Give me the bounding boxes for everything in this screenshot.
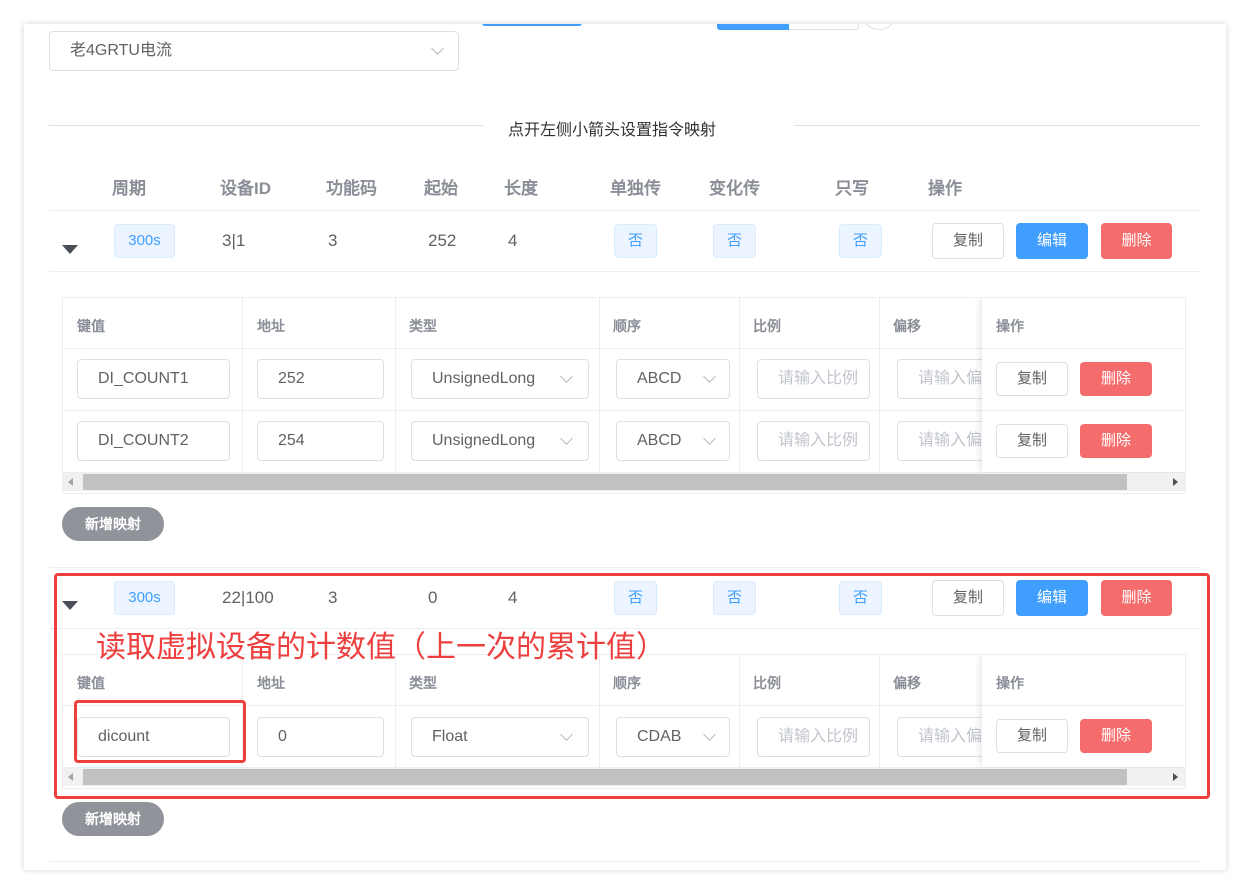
horizontal-scrollbar[interactable]: [63, 473, 1185, 491]
row-line: [49, 861, 1200, 862]
mapping-delete-button[interactable]: 删除: [1080, 362, 1152, 396]
top-segment-active[interactable]: [717, 24, 789, 30]
chevron-down-icon: [703, 432, 716, 445]
mapping-header-offset: 偏移: [893, 318, 921, 334]
header-single: 单独传: [610, 179, 661, 198]
header-write-only: 只写: [835, 179, 869, 198]
mapping-delete-button[interactable]: 删除: [1080, 424, 1152, 458]
row-line: [49, 271, 1200, 272]
config-card: 老4GRTU电流 点开左侧小箭头设置指令映射 周期 设备ID 功能码 起始 长度…: [24, 24, 1226, 870]
order-select-value: ABCD: [637, 432, 682, 449]
top-segment-inactive[interactable]: [789, 24, 859, 30]
ratio-input[interactable]: 请输入比例: [757, 421, 870, 461]
header-actions: 操作: [928, 179, 962, 198]
address-input[interactable]: 254: [257, 421, 384, 461]
top-primary-button[interactable]: [482, 24, 582, 26]
type-select[interactable]: UnsignedLong: [411, 421, 589, 461]
mapping-header-order: 顺序: [613, 318, 641, 334]
chevron-down-icon: [560, 432, 573, 445]
address-input[interactable]: 252: [257, 359, 384, 399]
expand-caret-icon[interactable]: [62, 245, 78, 254]
divider-text: 点开左侧小箭头设置指令映射: [508, 122, 717, 139]
header-start: 起始: [424, 179, 458, 198]
row-line: [49, 567, 1200, 568]
top-circle-button[interactable]: [861, 24, 897, 30]
header-device-id: 设备ID: [220, 179, 271, 198]
header-func-code: 功能码: [326, 179, 377, 198]
mapping-header-ratio: 比例: [753, 318, 781, 334]
copy-button[interactable]: 复制: [932, 223, 1004, 259]
header-change: 变化传: [709, 179, 760, 198]
start: 252: [428, 231, 457, 250]
order-select[interactable]: ABCD: [616, 359, 730, 399]
single-tag: 否: [614, 224, 657, 258]
mapping-header-key: 键值: [77, 318, 105, 334]
mapping-header-actions: 操作: [996, 318, 1024, 334]
add-mapping-button[interactable]: 新增映射: [62, 507, 164, 541]
chevron-down-icon: [703, 370, 716, 383]
key-input[interactable]: DI_COUNT2: [77, 421, 230, 461]
write-only-tag: 否: [839, 224, 882, 258]
delete-button[interactable]: 删除: [1101, 223, 1172, 259]
ratio-input[interactable]: 请输入比例: [757, 359, 870, 399]
period-tag: 300s: [114, 224, 175, 258]
scrollbar-thumb[interactable]: [83, 474, 1127, 490]
order-select[interactable]: ABCD: [616, 421, 730, 461]
type-select-value: UnsignedLong: [432, 432, 536, 449]
divider-line-right: [794, 125, 1200, 126]
edit-button[interactable]: 编辑: [1016, 223, 1088, 259]
mapping-copy-button[interactable]: 复制: [996, 424, 1068, 458]
divider-line-left: [49, 125, 483, 126]
annotation-outer-box: [54, 573, 1210, 799]
key-input[interactable]: DI_COUNT1: [77, 359, 230, 399]
fixed-actions-column: 操作 复制 删除 复制 删除: [982, 298, 1185, 472]
func-code: 3: [328, 231, 338, 250]
chevron-down-icon: [431, 42, 444, 55]
order-select-value: ABCD: [637, 370, 682, 387]
annotation-text: 读取虚拟设备的计数值（上一次的累计值）: [96, 631, 666, 664]
device-id: 3|1: [222, 231, 246, 250]
type-select[interactable]: UnsignedLong: [411, 359, 589, 399]
annotation-key-box: [74, 700, 246, 763]
chevron-down-icon: [560, 370, 573, 383]
change-tag: 否: [713, 224, 756, 258]
scroll-right-arrow-icon[interactable]: [1173, 478, 1178, 486]
header-period: 周期: [112, 179, 146, 198]
mapping-table: 键值 地址 类型 顺序 比例 偏移 DI_COUNT1 252 Unsigned…: [62, 297, 1186, 494]
device-select[interactable]: 老4GRTU电流: [49, 31, 459, 71]
mapping-copy-button[interactable]: 复制: [996, 362, 1068, 396]
mapping-header-address: 地址: [257, 318, 285, 334]
length: 4: [508, 231, 518, 250]
mapping-header-type: 类型: [409, 318, 437, 334]
scroll-left-arrow-icon[interactable]: [68, 478, 73, 486]
device-select-value: 老4GRTU电流: [70, 42, 172, 59]
type-select-value: UnsignedLong: [432, 370, 536, 387]
header-length: 长度: [504, 179, 538, 198]
add-mapping-button[interactable]: 新增映射: [62, 802, 164, 836]
header-row-line: [49, 210, 1200, 211]
